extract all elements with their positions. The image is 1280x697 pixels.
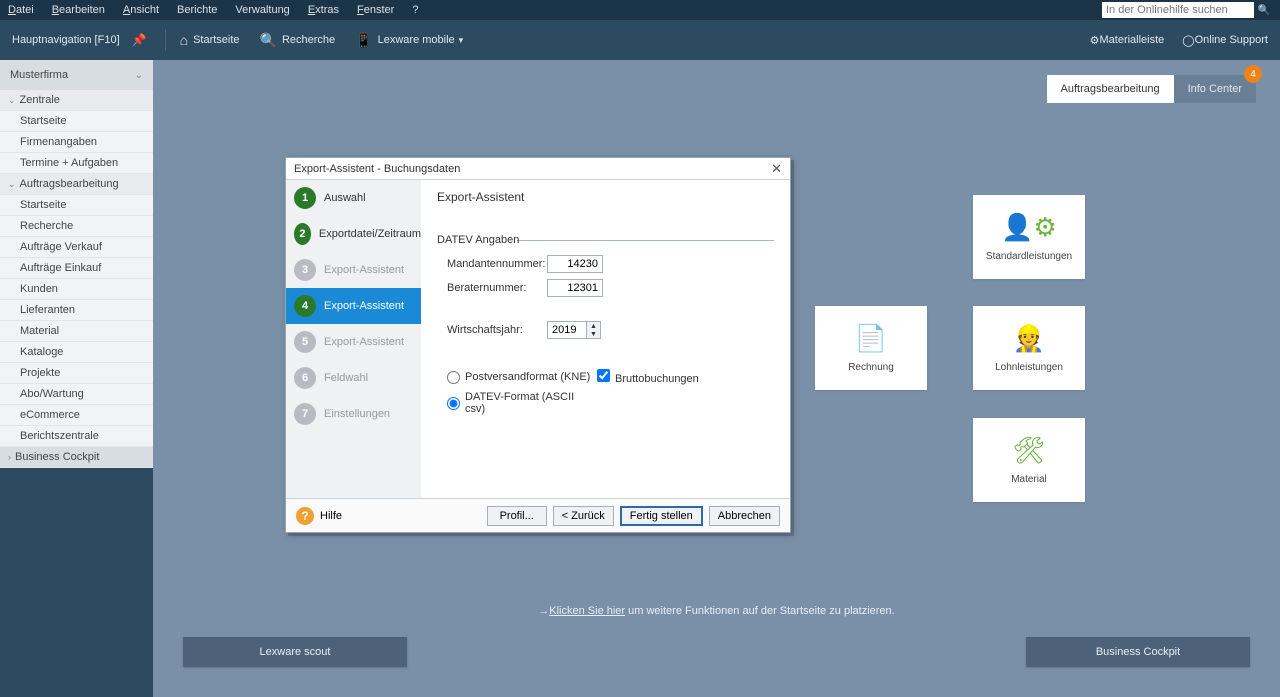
radio-kne[interactable] xyxy=(447,371,460,384)
hint-link[interactable]: Klicken Sie hier xyxy=(549,605,625,617)
info-center-badge: 4 xyxy=(1244,65,1262,83)
sidebar-item-ecommerce[interactable]: eCommerce xyxy=(0,405,153,426)
toolbar-recherche[interactable]: 🔍Recherche xyxy=(260,32,336,49)
radio-datev[interactable] xyxy=(447,397,460,410)
mandantennummer-input[interactable] xyxy=(547,255,603,273)
top-tabs: Auftragsbearbeitung Info Center 4 xyxy=(1047,75,1257,103)
material-icon: 🛠 xyxy=(1012,435,1045,466)
tab-info-center[interactable]: Info Center 4 xyxy=(1174,75,1256,103)
spin-down-icon[interactable]: ▼ xyxy=(587,330,600,338)
home-icon: ⌂ xyxy=(180,32,188,48)
menu-fenster[interactable]: Fenster xyxy=(357,4,394,16)
step-1[interactable]: 1Auswahl xyxy=(286,180,421,216)
sidebar-item-startseite2[interactable]: Startseite xyxy=(0,195,153,216)
help-search-button[interactable]: 🔍 xyxy=(1256,2,1272,18)
sidebar-item-auftraege-verkauf[interactable]: Aufträge Verkauf xyxy=(0,237,153,258)
export-assistent-dialog: Export-Assistent - Buchungsdaten ✕ 1Ausw… xyxy=(285,157,791,533)
menu-ansicht[interactable]: Ansicht xyxy=(123,4,159,16)
menu-verwaltung[interactable]: Verwaltung xyxy=(235,4,289,16)
step-7: 7Einstellungen xyxy=(286,396,421,432)
sidebar-item-projekte[interactable]: Projekte xyxy=(0,363,153,384)
wirtschaftsjahr-label: Wirtschaftsjahr: xyxy=(447,324,547,336)
sidebar-item-startseite[interactable]: Startseite xyxy=(0,111,153,132)
menu-help[interactable]: ? xyxy=(412,4,418,16)
beraternummer-input[interactable] xyxy=(547,279,603,297)
sidebar-item-termine[interactable]: Termine + Aufgaben xyxy=(0,153,153,174)
cancel-button[interactable]: Abbrechen xyxy=(709,506,780,526)
sidebar-group-business-cockpit[interactable]: ›Business Cockpit xyxy=(0,447,153,468)
section-label: DATEV Angaben xyxy=(437,234,519,246)
dialog-titlebar: Export-Assistent - Buchungsdaten ✕ xyxy=(286,158,790,180)
back-button[interactable]: < Zurück xyxy=(553,506,614,526)
menu-bar: Datei Bearbeiten Ansicht Berichte Verwal… xyxy=(0,0,1280,20)
profil-button[interactable]: Profil... xyxy=(487,506,547,526)
help-button[interactable]: ?Hilfe xyxy=(296,507,342,525)
content-heading: Export-Assistent xyxy=(437,190,774,204)
beraternummer-label: Beraternummer: xyxy=(447,282,547,294)
year-spinner[interactable]: ▲▼ xyxy=(587,321,601,339)
sidebar-item-auftraege-einkauf[interactable]: Aufträge Einkauf xyxy=(0,258,153,279)
toolbar-startseite[interactable]: ⌂Startseite xyxy=(180,32,240,48)
close-icon[interactable]: ✕ xyxy=(771,161,782,177)
wirtschaftsjahr-input[interactable] xyxy=(547,321,587,339)
main-nav-label: Hauptnavigation [F10] xyxy=(12,34,120,46)
menu-bearbeiten[interactable]: Bearbeiten xyxy=(52,4,105,16)
tile-standardleistungen[interactable]: 👤⚙ Standardleistungen xyxy=(973,195,1085,279)
sidebar-item-recherche[interactable]: Recherche xyxy=(0,216,153,237)
wizard-steps: 1Auswahl 2Exportdatei/Zeitraum 3Export-A… xyxy=(286,180,421,498)
sidebar-group-auftragsbearbeitung[interactable]: ⌄Auftragsbearbeitung xyxy=(0,174,153,195)
rechnung-icon: 📄 xyxy=(855,323,887,354)
step-3: 3Export-Assistent xyxy=(286,252,421,288)
sidebar-item-abo-wartung[interactable]: Abo/Wartung xyxy=(0,384,153,405)
mobile-icon: 📱 xyxy=(355,32,372,49)
chevron-down-icon: ⌄ xyxy=(135,70,143,81)
sidebar-group-zentrale[interactable]: ⌄Zentrale xyxy=(0,90,153,111)
menu-extras[interactable]: Extras xyxy=(308,4,339,16)
support-icon: ◯ xyxy=(1182,34,1194,47)
gear-icon: ⚙ xyxy=(1090,34,1100,47)
dialog-content: Export-Assistent DATEV Angaben Mandanten… xyxy=(421,180,790,498)
lexware-scout-button[interactable]: Lexware scout xyxy=(183,637,407,667)
step-4: 4Export-Assistent xyxy=(286,288,421,324)
tile-lohnleistungen[interactable]: 👷 Lohnleistungen xyxy=(973,306,1085,390)
menu-berichte[interactable]: Berichte xyxy=(177,4,217,16)
help-icon: ? xyxy=(296,507,314,525)
toolbar-lexware-mobile[interactable]: 📱Lexware mobile▾ xyxy=(355,32,463,49)
mandantennummer-label: Mandantennummer: xyxy=(447,258,547,270)
step-5: 5Export-Assistent xyxy=(286,324,421,360)
lohnleistungen-icon: 👷 xyxy=(1013,323,1045,354)
checkbox-brutto[interactable] xyxy=(597,369,610,382)
standardleistungen-icon: 👤⚙ xyxy=(1001,212,1057,243)
toolbar-online-support[interactable]: ◯Online Support xyxy=(1182,34,1268,47)
step-2[interactable]: 2Exportdatei/Zeitraum xyxy=(286,216,421,252)
sidebar-item-material[interactable]: Material xyxy=(0,321,153,342)
hint-line: →Klicken Sie hier um weitere Funktionen … xyxy=(153,605,1280,617)
sidebar-item-firmenangaben[interactable]: Firmenangaben xyxy=(0,132,153,153)
sidebar: Musterfirma⌄ ⌄Zentrale Startseite Firmen… xyxy=(0,60,153,697)
dialog-title: Export-Assistent - Buchungsdaten xyxy=(294,163,460,175)
spin-up-icon[interactable]: ▲ xyxy=(587,322,600,330)
sidebar-item-kataloge[interactable]: Kataloge xyxy=(0,342,153,363)
step-6: 6Feldwahl xyxy=(286,360,421,396)
toolbar: Hauptnavigation [F10] 📌 ⌂Startseite 🔍Rec… xyxy=(0,20,1280,60)
toolbar-materialleiste[interactable]: ⚙Materialleiste xyxy=(1090,34,1165,47)
sidebar-item-berichtszentrale[interactable]: Berichtszentrale xyxy=(0,426,153,447)
pin-icon[interactable]: 📌 xyxy=(132,33,147,47)
sidebar-item-lieferanten[interactable]: Lieferanten xyxy=(0,300,153,321)
chevron-down-icon: ⌄ xyxy=(8,95,16,106)
chevron-down-icon: ⌄ xyxy=(8,179,16,190)
finish-button[interactable]: Fertig stellen xyxy=(620,506,703,526)
help-search-input[interactable] xyxy=(1102,2,1254,18)
sidebar-item-kunden[interactable]: Kunden xyxy=(0,279,153,300)
menu-datei[interactable]: Datei xyxy=(8,4,34,16)
firm-selector[interactable]: Musterfirma⌄ xyxy=(0,60,153,90)
dialog-footer: ?Hilfe Profil... < Zurück Fertig stellen… xyxy=(286,498,790,532)
chevron-right-icon: › xyxy=(8,452,11,462)
business-cockpit-button[interactable]: Business Cockpit xyxy=(1026,637,1250,667)
tile-rechnung[interactable]: 📄 Rechnung xyxy=(815,306,927,390)
search-icon: 🔍 xyxy=(260,32,277,49)
tab-auftragsbearbeitung[interactable]: Auftragsbearbeitung xyxy=(1047,75,1174,103)
tile-material[interactable]: 🛠 Material xyxy=(973,418,1085,502)
